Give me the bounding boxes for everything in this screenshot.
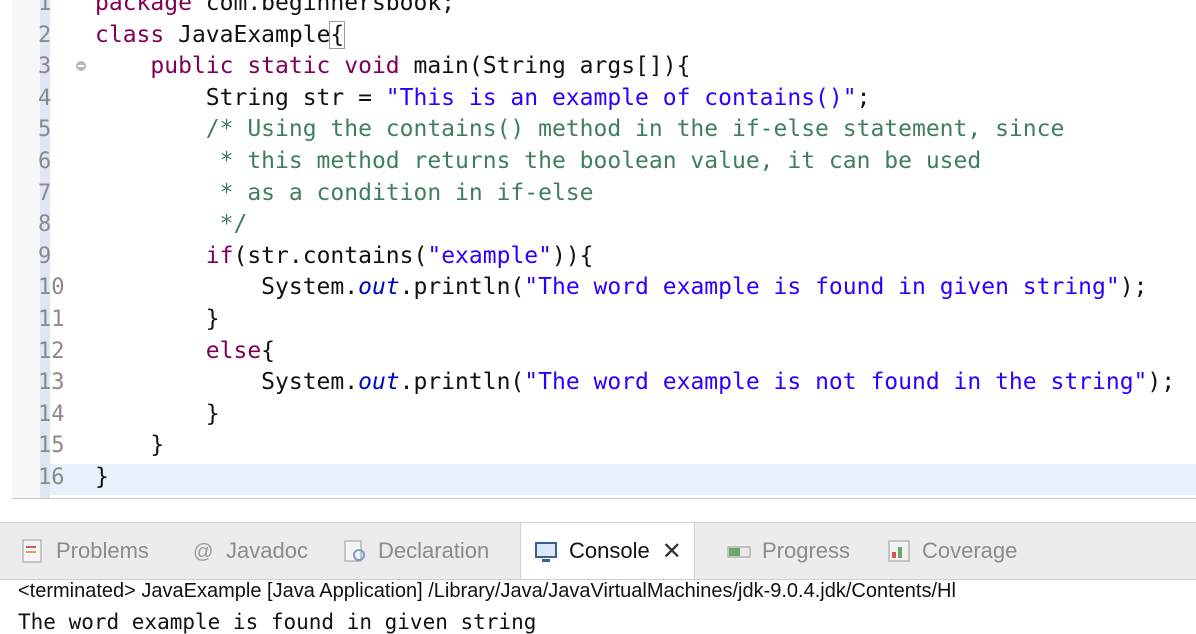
code-text: }	[95, 400, 220, 427]
declaration-icon	[342, 538, 368, 564]
tab-label: Console	[569, 538, 650, 563]
close-icon[interactable]: ✕	[662, 537, 682, 566]
code-line: 8 */	[12, 209, 1196, 241]
line-number: 8	[38, 212, 52, 238]
coverage-icon	[886, 538, 912, 564]
code-editor[interactable]: 1 package com.beginnersbook; 2 class JavaEx…	[12, 0, 1196, 499]
code-text: }	[95, 463, 109, 490]
line-number: 16	[38, 464, 65, 490]
problems-icon	[20, 538, 46, 564]
code-line: 16}	[12, 462, 1196, 494]
code-text: * as a condition in if-else	[205, 179, 594, 206]
code-text: String str = "This is an example of cont…	[95, 84, 871, 111]
code-line: 5 /* Using the contains() method in the …	[12, 114, 1196, 146]
code-line: 14 }	[12, 399, 1196, 431]
line-number: 2	[38, 22, 52, 48]
line-number: 4	[38, 85, 52, 111]
svg-text:@: @	[193, 541, 213, 563]
line-number: 10	[38, 275, 65, 301]
code-text: */	[205, 211, 248, 238]
line-number: 12	[38, 338, 65, 364]
code-text: }	[95, 305, 220, 332]
code-text: if(str.contains("example")){	[205, 242, 594, 269]
line-number: 7	[38, 180, 52, 206]
code-line: 11 }	[12, 304, 1196, 336]
code-line: 4 String str = "This is an example of co…	[12, 83, 1196, 115]
console-output: The word example is found in given strin…	[18, 610, 537, 634]
tab-declaration[interactable]: Declaration	[342, 523, 489, 579]
tab-coverage[interactable]: Coverage	[886, 523, 1017, 579]
console-icon	[533, 538, 559, 564]
code-line: 10 System.out.println("The word example …	[12, 272, 1196, 304]
tab-javadoc[interactable]: @ Javadoc	[190, 523, 308, 579]
code-text: else{	[205, 337, 276, 364]
code-text: /* Using the contains() method in the if…	[205, 116, 1065, 143]
code-line: 12 else{	[12, 336, 1196, 368]
line-number: 13	[38, 370, 65, 396]
code-text: * this method returns the boolean value,…	[205, 147, 982, 174]
tab-label: Progress	[762, 538, 851, 563]
tab-console[interactable]: Console ✕	[520, 523, 695, 579]
tab-label: Coverage	[922, 538, 1018, 563]
tab-label: Javadoc	[226, 538, 308, 563]
code-line: 6 * this method returns the boolean valu…	[12, 146, 1196, 178]
bottom-panel: Problems @ Javadoc Declaration Console ✕	[0, 512, 1196, 634]
code-line: 3 public static void main(String args[])…	[12, 51, 1196, 83]
line-number: 14	[38, 401, 65, 427]
code-text: System.out.println("The word example is …	[95, 274, 1148, 301]
console-status-line: <terminated> JavaExample [Java Applicati…	[18, 580, 956, 602]
fold-toggle-icon[interactable]	[76, 61, 86, 72]
line-number: 5	[38, 117, 52, 143]
code-line: 9 if(str.contains("example")){	[12, 241, 1196, 273]
line-number: 15	[38, 433, 65, 459]
code-line: 7 * as a condition in if-else	[12, 178, 1196, 210]
code-line: 2 class JavaExample{	[12, 20, 1196, 52]
code-text: }	[95, 432, 165, 459]
line-number: 11	[38, 306, 65, 332]
code-line: 15 }	[12, 430, 1196, 462]
progress-icon	[726, 538, 752, 564]
code-lines: 1 package com.beginnersbook; 2 class JavaEx…	[12, 0, 1196, 494]
code-text: package com.beginnersbook;	[95, 0, 456, 16]
code-text: class JavaExample{	[95, 20, 346, 49]
line-number: 1	[38, 0, 52, 16]
javadoc-icon: @	[190, 538, 216, 564]
line-number: 9	[38, 243, 52, 269]
tab-progress[interactable]: Progress	[726, 523, 850, 579]
panel-tab-bar: Problems @ Javadoc Declaration Console ✕	[0, 522, 1196, 580]
tab-label: Declaration	[378, 538, 490, 563]
code-line: 1 package com.beginnersbook;	[12, 0, 1196, 20]
tab-problems[interactable]: Problems	[20, 523, 149, 579]
line-number: 6	[38, 148, 52, 174]
code-text: System.out.println("The word example is …	[95, 369, 1176, 396]
tab-label: Problems	[56, 538, 149, 563]
code-line: 13 System.out.println("The word example …	[12, 367, 1196, 399]
code-text: public static void main(String args[]){	[150, 53, 691, 80]
